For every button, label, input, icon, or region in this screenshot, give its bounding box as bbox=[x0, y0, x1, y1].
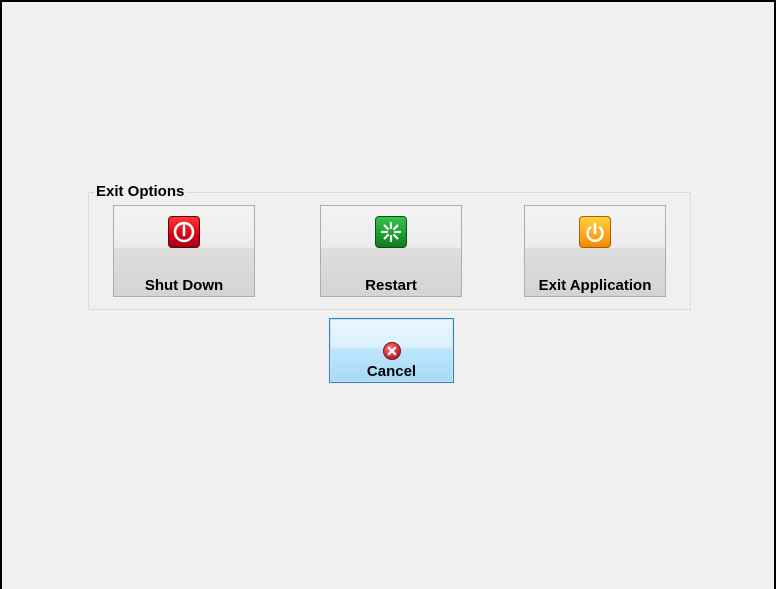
group-title: Exit Options bbox=[94, 183, 187, 201]
cancel-button[interactable]: Cancel bbox=[329, 318, 454, 383]
shut-down-label: Shut Down bbox=[144, 277, 224, 294]
shut-down-button[interactable]: Shut Down bbox=[113, 205, 255, 297]
exit-application-button[interactable]: Exit Application bbox=[524, 205, 666, 297]
restart-label: Restart bbox=[365, 277, 417, 294]
exit-application-label: Exit Application bbox=[538, 277, 652, 294]
restart-button[interactable]: Restart bbox=[320, 205, 462, 297]
power-icon bbox=[579, 216, 611, 248]
close-icon bbox=[382, 341, 402, 361]
power-icon bbox=[168, 216, 200, 248]
restart-icon bbox=[375, 216, 407, 248]
cancel-label: Cancel bbox=[366, 363, 417, 380]
